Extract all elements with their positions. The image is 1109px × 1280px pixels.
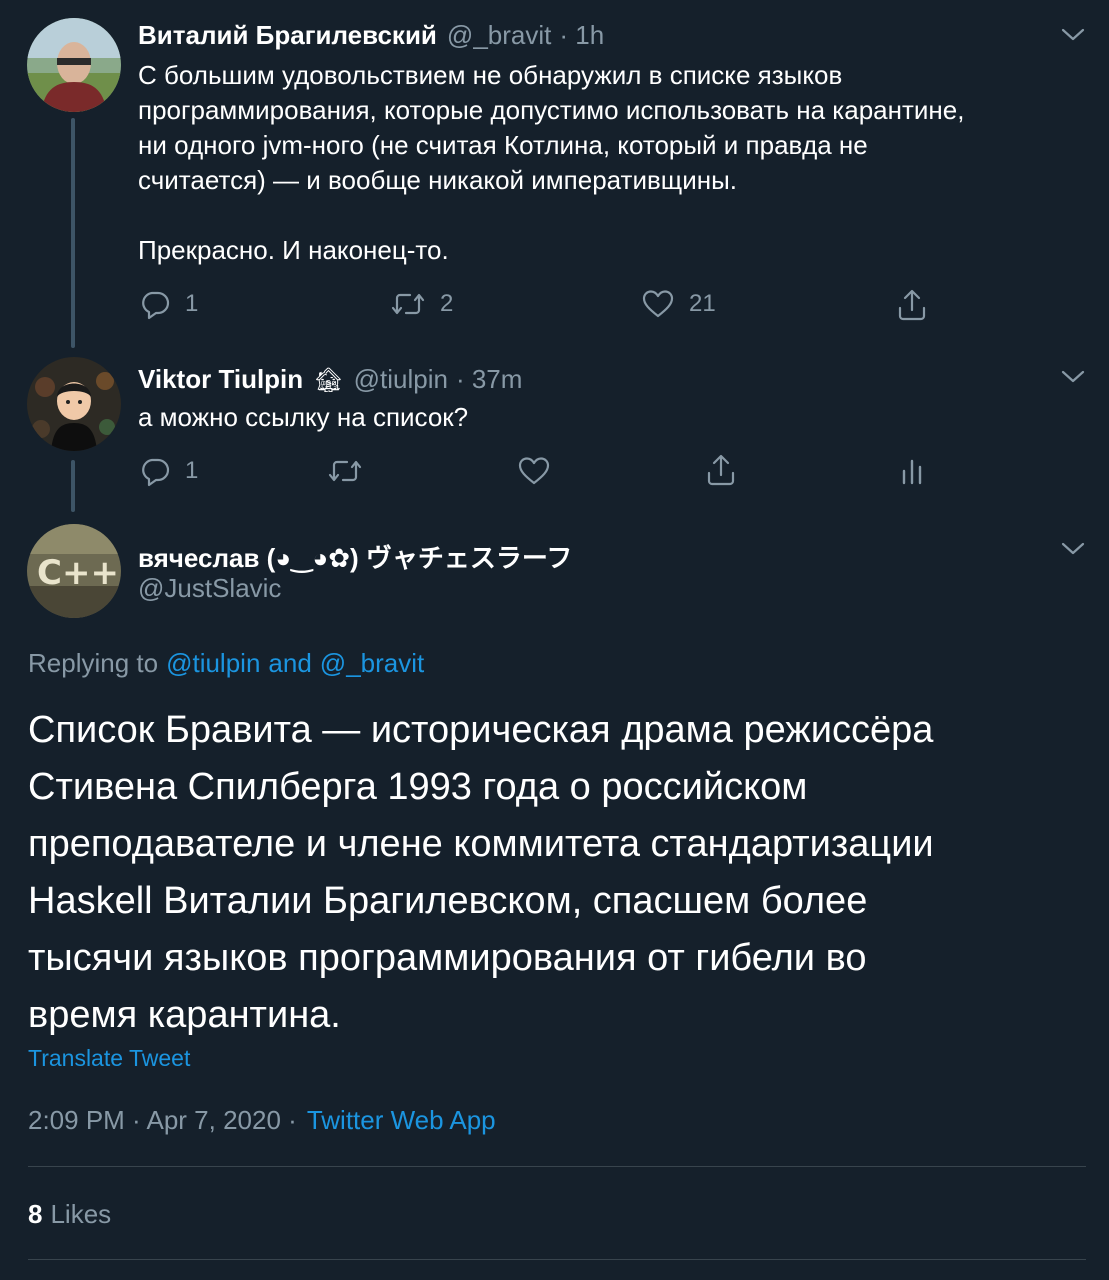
- tweet1-author-name[interactable]: Виталий Брагилевский: [138, 20, 437, 51]
- tweet1-reply-count: 1: [185, 290, 199, 317]
- avatar-tiulpin[interactable]: [27, 357, 121, 451]
- tweet1-time[interactable]: · 1h: [559, 20, 604, 51]
- translate-tweet-link[interactable]: Translate Tweet: [28, 1045, 190, 1072]
- tweet2-author-handle[interactable]: @tiulpin: [354, 364, 448, 395]
- like-icon: [518, 457, 550, 485]
- avatar-tiulpin-image: [27, 357, 121, 451]
- tweet2-retweet-button[interactable]: [327, 455, 363, 487]
- reply-icon: [142, 291, 170, 320]
- tweet2-chevron-down-icon[interactable]: [1058, 366, 1088, 386]
- avatar-justslavic-image: C++: [27, 524, 121, 618]
- likes-label: Likes: [50, 1199, 112, 1229]
- main-tweet-chevron-down-icon[interactable]: [1058, 538, 1088, 558]
- replying-to-user-bravit[interactable]: @_bravit: [320, 648, 424, 679]
- tweet2-time[interactable]: · 37m: [456, 364, 522, 395]
- tweet2-like-button[interactable]: [517, 455, 551, 487]
- thread-line-2: [71, 460, 75, 512]
- tweet2-reply-button[interactable]: 1: [139, 455, 198, 487]
- divider-top: [28, 1166, 1086, 1167]
- avatar-justslavic[interactable]: C++: [27, 524, 121, 618]
- replying-to-and: and: [268, 648, 312, 678]
- share-icon: [707, 454, 735, 486]
- tweet1-share-button[interactable]: [896, 288, 928, 322]
- tweet1-like-count: 21: [689, 290, 716, 317]
- tweet2-reply-count: 1: [185, 457, 199, 484]
- tweet1-reply-button[interactable]: 1: [139, 288, 198, 320]
- tweet1-like-button[interactable]: 21: [641, 288, 716, 320]
- thread-line: [71, 118, 75, 348]
- tweet2-text: а можно ссылку на список?: [138, 402, 469, 432]
- replying-to-prefix: Replying to: [28, 648, 159, 678]
- tweet1-text: С большим удовольствием не обнаружил в с…: [138, 60, 965, 265]
- main-tweet-author-name[interactable]: вячеслав (◕‿◕✿) ヴャチェスラーフ: [138, 538, 572, 575]
- tweet1-chevron-down-icon[interactable]: [1058, 24, 1088, 44]
- main-tweet-text: Список Бравита — историческая драма режи…: [28, 709, 934, 1036]
- replying-to-user-tiulpin[interactable]: @tiulpin: [166, 648, 260, 679]
- divider-bottom: [28, 1259, 1086, 1260]
- retweet-icon: [328, 460, 362, 482]
- analytics-icon: [902, 459, 922, 485]
- main-tweet-handle-row: @JustSlavic: [138, 573, 281, 604]
- share-icon: [898, 289, 926, 321]
- tweet1-retweet-count: 2: [440, 290, 454, 317]
- likes-count: 8: [28, 1199, 43, 1229]
- main-tweet-author-handle[interactable]: @JustSlavic: [138, 573, 281, 604]
- main-tweet-meta: 2:09 PM · Apr 7, 2020 · Twitter Web App: [28, 1105, 496, 1136]
- tweet1-retweet-button[interactable]: 2: [390, 288, 453, 320]
- retweet-icon: [391, 293, 425, 315]
- replying-to: Replying to @tiulpin and @_bravit: [28, 648, 424, 679]
- tweet2-analytics-button[interactable]: [898, 455, 926, 487]
- tweet1-author-handle[interactable]: @_bravit: [447, 20, 551, 51]
- tweet2-name-emoji: 🏚: [313, 367, 344, 394]
- tweet2-share-button[interactable]: [705, 453, 737, 487]
- avatar-bravit[interactable]: [27, 18, 121, 112]
- reply-icon: [142, 458, 170, 487]
- tweet1-header: Виталий Брагилевский @_bravit · 1h: [138, 20, 604, 51]
- main-tweet-source[interactable]: Twitter Web App: [307, 1105, 496, 1136]
- tweet2-author-name[interactable]: Viktor Tiulpin: [138, 364, 303, 395]
- likes-summary[interactable]: 8 Likes: [28, 1199, 111, 1230]
- main-tweet-header: вячеслав (◕‿◕✿) ヴャチェスラーフ: [138, 538, 572, 575]
- svg-text:C++: C++: [37, 553, 119, 593]
- tweet2-header: Viktor Tiulpin 🏚 @tiulpin · 37m: [138, 364, 522, 395]
- main-tweet-timestamp[interactable]: 2:09 PM · Apr 7, 2020 ·: [28, 1105, 297, 1136]
- like-icon: [642, 290, 674, 318]
- avatar-bravit-image: [27, 18, 121, 112]
